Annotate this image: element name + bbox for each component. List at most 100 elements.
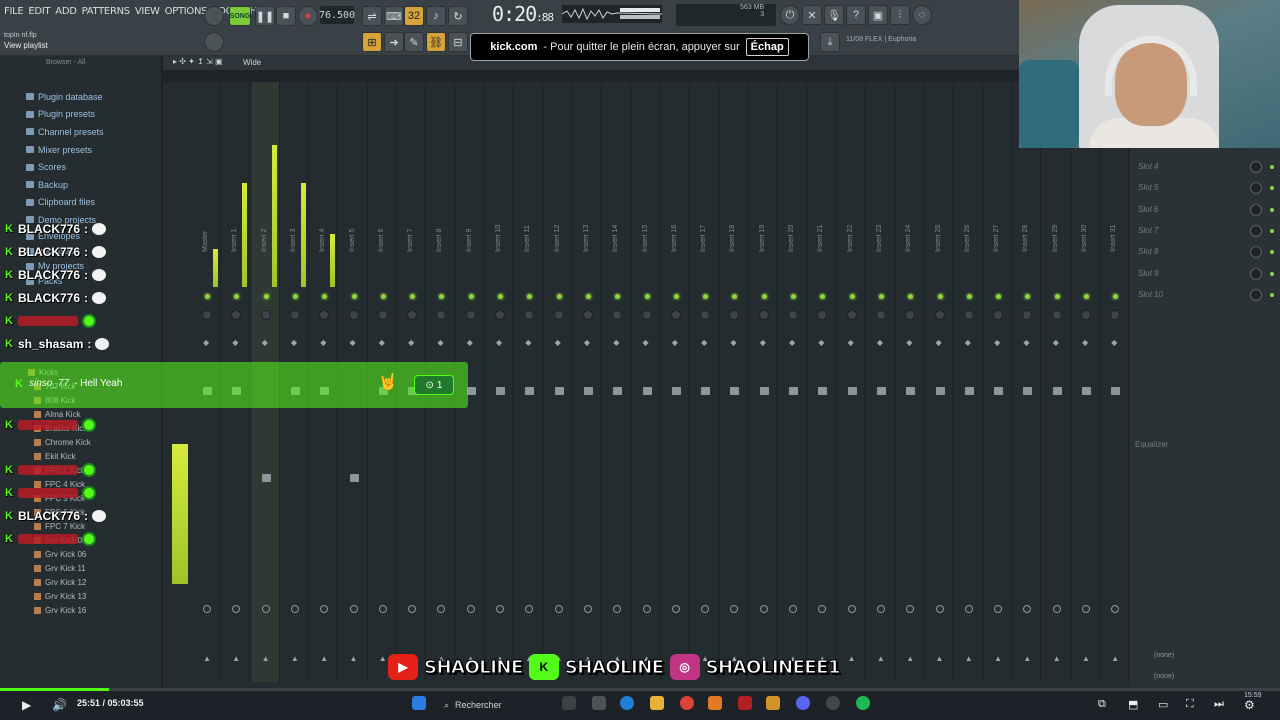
mixer-strip[interactable]: Insert 26 ◆ ▲: [955, 82, 983, 682]
mixer-strip[interactable]: Insert 19 ◆ ▲: [750, 82, 778, 682]
pan-knob[interactable]: [436, 310, 447, 320]
volume-fader[interactable]: [496, 387, 505, 395]
up-arrow-icon[interactable]: ▲: [906, 654, 914, 663]
route-arrow-icon[interactable]: ◆: [965, 338, 971, 347]
strip-enable-led[interactable]: [878, 294, 884, 299]
widgets-icon[interactable]: [562, 696, 576, 710]
song-mode-button[interactable]: SONG: [229, 6, 251, 26]
browser-file[interactable]: FPC 7 Kick: [34, 522, 85, 531]
route-arrow-icon[interactable]: ◆: [496, 338, 502, 347]
volume-fader[interactable]: [847, 387, 857, 395]
chat-username[interactable]: BLACK776: [18, 268, 80, 282]
task-view-icon[interactable]: [592, 696, 606, 710]
mixer-strip[interactable]: Insert 20 ◆ ▲: [779, 82, 807, 682]
pencil-icon[interactable]: ✎: [404, 32, 424, 52]
link-icon[interactable]: ⛓: [426, 32, 446, 52]
route-arrow-icon[interactable]: ◆: [408, 338, 414, 347]
mixer-icon[interactable]: ⫶: [890, 5, 910, 25]
theater-mode-icon[interactable]: ⧉: [1098, 698, 1106, 711]
strip-enable-led[interactable]: [585, 294, 591, 299]
arrow-right-icon[interactable]: ➜: [384, 32, 404, 52]
pan-knob[interactable]: [729, 310, 740, 320]
strip-enable-led[interactable]: [1054, 294, 1060, 299]
pan-knob[interactable]: [319, 310, 330, 320]
volume-icon[interactable]: 🔊: [52, 698, 67, 712]
strip-enable-led[interactable]: [996, 294, 1002, 299]
taskbar-search[interactable]: ⌕ Rechercher: [438, 696, 558, 714]
pan-knob[interactable]: [1081, 310, 1091, 320]
browser-file[interactable]: Ekit Kick: [34, 452, 76, 461]
route-arrow-icon[interactable]: ◆: [467, 338, 473, 347]
strip-enable-led[interactable]: [615, 294, 621, 299]
mixer-strip[interactable]: Insert 29 ◆ ▲: [1043, 82, 1071, 682]
fx-slot-label[interactable]: Slot 7: [1138, 226, 1158, 235]
pan-knob[interactable]: [700, 310, 711, 320]
route-arrow-icon[interactable]: ◆: [730, 338, 736, 347]
play-icon[interactable]: ▶: [22, 698, 31, 712]
up-arrow-icon[interactable]: ▲: [1023, 654, 1031, 663]
play-button[interactable]: ❚❚: [255, 6, 275, 26]
metronome-knob[interactable]: [204, 6, 224, 26]
discord-icon[interactable]: [796, 696, 810, 710]
fl-studio-icon[interactable]: [708, 696, 722, 710]
route-arrow-icon[interactable]: ◆: [789, 338, 795, 347]
tempo-display[interactable]: 76.500: [319, 6, 355, 24]
strip-enable-led[interactable]: [761, 294, 767, 299]
strip-enable-led[interactable]: [234, 294, 240, 299]
strip-enable-led[interactable]: [1025, 294, 1031, 299]
pan-knob[interactable]: [1022, 310, 1033, 320]
strip-enable-led[interactable]: [439, 294, 445, 299]
clip-icon[interactable]: ⬒: [1128, 698, 1138, 711]
browser-file[interactable]: Grv Kick 12: [34, 578, 86, 587]
snap-icon[interactable]: ⊞: [362, 32, 382, 52]
browser-folder[interactable]: Mixer presets: [0, 141, 161, 159]
mixer-strip[interactable]: Insert 21 ◆ ▲: [808, 82, 837, 682]
fx-slot-label[interactable]: Slot 8: [1138, 247, 1158, 256]
up-arrow-icon[interactable]: ▲: [1111, 654, 1119, 663]
fx-slot-led[interactable]: [1270, 250, 1274, 255]
send-knob[interactable]: [496, 605, 504, 613]
strip-enable-led[interactable]: [556, 294, 562, 299]
fx-slot-led[interactable]: [1270, 165, 1274, 169]
pan-knob[interactable]: [202, 310, 212, 320]
save-icon[interactable]: ▣: [868, 5, 888, 25]
master-volume-knob[interactable]: [204, 32, 224, 52]
plugin-icon[interactable]: ⊟: [448, 32, 468, 52]
send-knob[interactable]: [642, 605, 651, 613]
pan-knob[interactable]: [817, 310, 828, 320]
send-knob[interactable]: [261, 605, 270, 613]
route-arrow-icon[interactable]: ◆: [701, 338, 707, 347]
send-knob[interactable]: [408, 605, 417, 613]
up-arrow-icon[interactable]: ▲: [936, 654, 944, 663]
pan-knob[interactable]: [963, 310, 974, 320]
volume-fader[interactable]: [671, 387, 681, 395]
volume-fader[interactable]: [583, 387, 593, 395]
kick-handle[interactable]: SHAOLINE: [564, 656, 664, 678]
route-arrow-icon[interactable]: ◆: [350, 338, 356, 347]
pan-knob[interactable]: [993, 310, 1004, 320]
browser-file[interactable]: Grv Kick 11: [34, 564, 86, 573]
up-arrow-icon[interactable]: ▲: [965, 654, 973, 663]
volume-fader[interactable]: [1111, 387, 1121, 395]
send-knob[interactable]: [935, 605, 944, 613]
menu-view[interactable]: VIEW: [135, 6, 160, 17]
mixer-strip[interactable]: Insert 30 ◆ ▲: [1072, 82, 1100, 682]
obs-icon[interactable]: [826, 696, 840, 710]
record-button[interactable]: ●: [298, 6, 318, 26]
send-knob[interactable]: [290, 605, 299, 613]
strip-enable-led[interactable]: [849, 294, 855, 299]
mixer-strip[interactable]: Insert 18 ◆ ▲: [720, 82, 749, 682]
send-knob[interactable]: [1023, 605, 1032, 613]
mixer-strip[interactable]: Insert 16◆▲: [662, 82, 690, 682]
send-knob[interactable]: [1082, 605, 1090, 613]
send-knob[interactable]: [906, 605, 915, 613]
mic-icon[interactable]: 🎙: [824, 5, 844, 25]
volume-fader[interactable]: [701, 387, 711, 395]
fx-slot-mix-knob[interactable]: [1250, 182, 1262, 195]
up-arrow-icon[interactable]: ▲: [994, 654, 1002, 663]
volume-fader[interactable]: [1052, 387, 1062, 395]
spotify-icon[interactable]: [856, 696, 870, 710]
mixer-strip[interactable]: Insert 31 ◆ ▲: [1101, 82, 1130, 682]
strip-enable-led[interactable]: [966, 294, 972, 299]
strip-enable-led[interactable]: [351, 294, 357, 299]
